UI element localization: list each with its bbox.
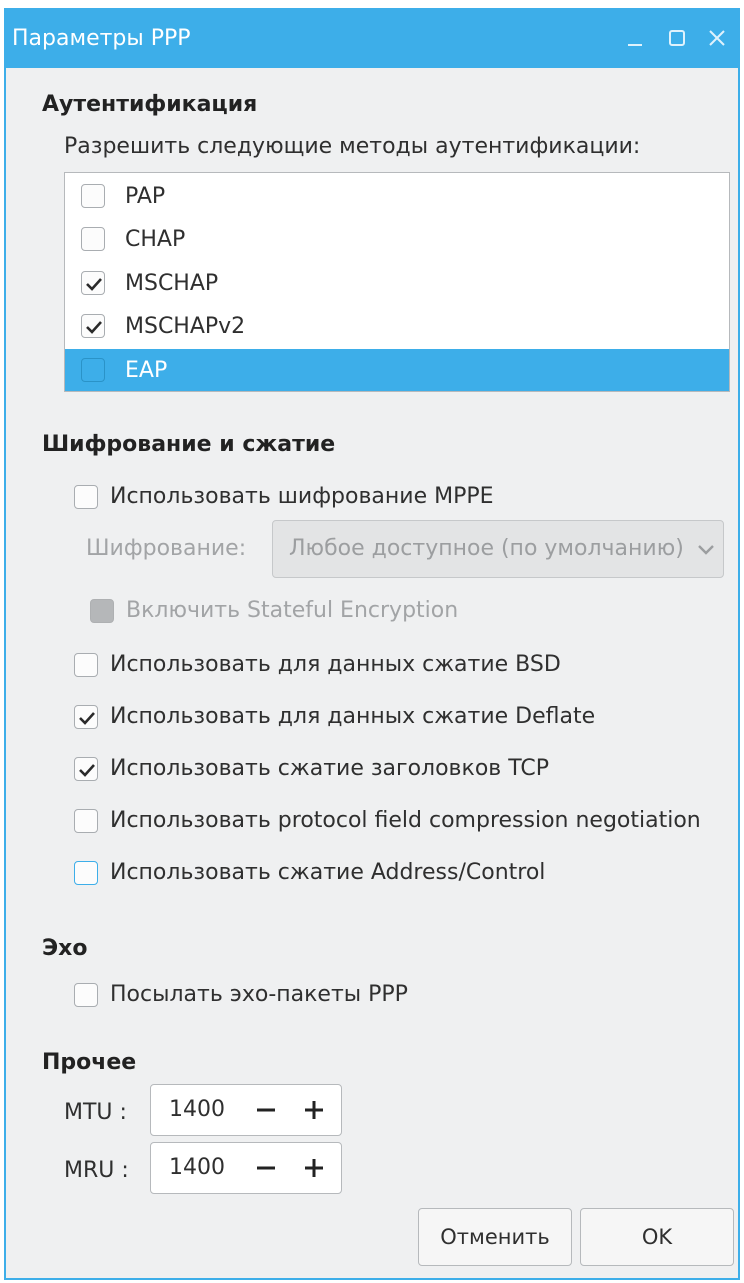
stateful-checkbox [90, 599, 114, 623]
plus-icon[interactable] [297, 1149, 331, 1187]
stateful-label: Включить Stateful Encryption [126, 598, 459, 623]
auth-section-title: Аутентификация [42, 92, 258, 117]
close-icon[interactable] [700, 20, 734, 56]
pap-checkbox[interactable] [81, 184, 105, 208]
mru-value[interactable]: 1400 [169, 1155, 225, 1180]
eap-checkbox[interactable] [81, 358, 105, 382]
tcp-header-checkbox[interactable] [74, 757, 98, 781]
checkmark-icon [86, 321, 102, 334]
echo-checkbox[interactable] [74, 983, 98, 1007]
checkmark-icon [79, 712, 95, 725]
chap-checkbox[interactable] [81, 227, 105, 251]
pfc-checkbox[interactable] [74, 809, 98, 833]
deflate-label: Использовать для данных сжатие Deflate [110, 704, 596, 729]
addr-control-label: Использовать сжатие Address/Control [110, 860, 546, 885]
list-item-label: MSCHAPv2 [125, 314, 246, 339]
list-item-mschap[interactable]: MSCHAP [65, 262, 729, 305]
checkmark-icon [79, 764, 95, 777]
chevron-down-icon [697, 541, 715, 563]
mtu-label: MTU : [64, 1100, 127, 1125]
tcp-header-row[interactable]: Использовать сжатие заголовков TCP [6, 752, 738, 786]
list-item-label: MSCHAP [125, 271, 219, 296]
mru-stepper[interactable]: 1400 [150, 1142, 342, 1194]
auth-methods-label: Разрешить следующие методы аутентификаци… [64, 134, 641, 159]
list-item-chap[interactable]: CHAP [65, 218, 729, 261]
list-item-label: PAP [125, 184, 166, 209]
cipher-select[interactable]: Любое доступное (по умолчанию) [272, 520, 724, 578]
minimize-icon[interactable] [618, 20, 652, 56]
list-item-pap[interactable]: PAP [65, 175, 729, 218]
minus-icon[interactable] [249, 1149, 283, 1187]
bsd-label: Использовать для данных сжатие BSD [110, 652, 561, 677]
deflate-row[interactable]: Использовать для данных сжатие Deflate [6, 700, 738, 734]
bsd-row[interactable]: Использовать для данных сжатие BSD [6, 648, 738, 682]
mschap-checkbox[interactable] [81, 271, 105, 295]
tcp-header-label: Использовать сжатие заголовков TCP [110, 756, 550, 781]
window-title: Параметры PPP [12, 26, 191, 51]
deflate-checkbox[interactable] [74, 705, 98, 729]
list-item-label: EAP [125, 358, 168, 383]
cancel-button[interactable]: Отменить [418, 1208, 572, 1266]
mtu-value[interactable]: 1400 [169, 1097, 225, 1122]
mru-label: MRU : [64, 1158, 129, 1183]
other-section-title: Прочее [42, 1050, 137, 1075]
checkmark-icon [86, 278, 102, 291]
plus-icon[interactable] [297, 1091, 331, 1129]
echo-label: Посылать эхо-пакеты PPP [110, 982, 408, 1007]
pfc-label: Использовать protocol field compression … [110, 808, 701, 833]
cipher-select-value: Любое доступное (по умолчанию) [289, 536, 684, 561]
mppe-label: Использовать шифрование MPPE [110, 484, 494, 509]
list-item-label: CHAP [125, 227, 186, 252]
titlebar[interactable]: Параметры PPP [6, 10, 738, 68]
maximize-icon[interactable] [660, 20, 694, 56]
ppp-settings-dialog: Параметры PPP Аутентификация Разрешить с… [4, 8, 740, 1280]
list-item-mschapv2[interactable]: MSCHAPv2 [65, 305, 729, 348]
ok-button[interactable]: OK [580, 1208, 734, 1266]
pfc-row[interactable]: Использовать protocol field compression … [6, 804, 738, 838]
minus-icon[interactable] [249, 1091, 283, 1129]
echo-row[interactable]: Посылать эхо-пакеты PPP [6, 978, 738, 1012]
addr-control-row[interactable]: Использовать сжатие Address/Control [6, 856, 738, 890]
encryption-section-title: Шифрование и сжатие [42, 432, 336, 457]
mppe-row[interactable]: Использовать шифрование MPPE [6, 480, 738, 514]
addr-control-checkbox[interactable] [74, 861, 98, 885]
stateful-row: Включить Stateful Encryption [6, 594, 738, 628]
auth-methods-list[interactable]: PAP CHAP MSCHAP MSCHAPv2 EAP [64, 172, 730, 392]
mppe-checkbox[interactable] [74, 485, 98, 509]
mschapv2-checkbox[interactable] [81, 314, 105, 338]
echo-section-title: Эхо [42, 936, 88, 961]
bsd-checkbox[interactable] [74, 653, 98, 677]
cipher-label: Шифрование: [86, 536, 247, 561]
mtu-stepper[interactable]: 1400 [150, 1084, 342, 1136]
list-item-eap[interactable]: EAP [65, 349, 729, 391]
